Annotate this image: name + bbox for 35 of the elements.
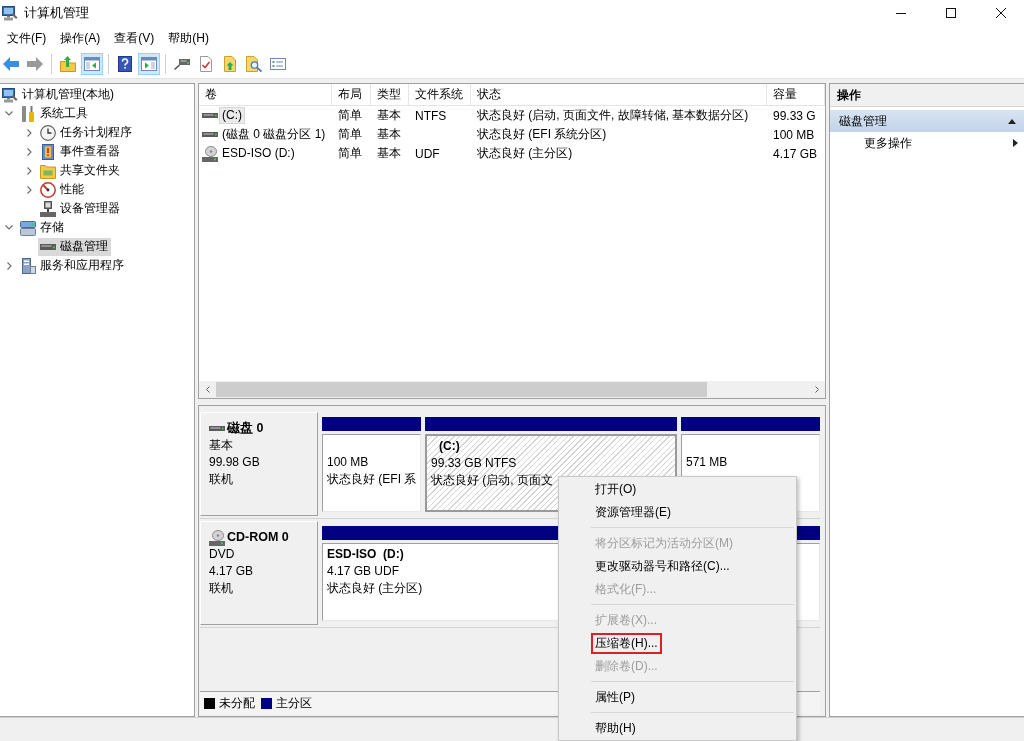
partition-status: 状态良好 (启动, 页面文 <box>431 472 553 489</box>
partition-size: 100 MB <box>327 454 369 471</box>
table-cell: 简单 <box>338 126 362 143</box>
disk-name: CD-ROM 0 <box>227 529 289 546</box>
legend-label: 主分区 <box>276 694 312 712</box>
table-cell: 基本 <box>377 145 401 162</box>
table-cell: 4.17 GB <box>773 146 818 161</box>
table-cell: 简单 <box>338 145 362 162</box>
disk-size: 4.17 GB <box>209 563 254 580</box>
actions-header: 操作 <box>830 84 1024 107</box>
window-title: 计算机管理 <box>24 4 90 22</box>
table-cell: 状态良好 (启动, 页面文件, 故障转储, 基本数据分区) <box>477 107 749 124</box>
partition-size: 571 MB <box>686 454 728 471</box>
table-cell: 状态良好 (EFI 系统分区) <box>477 126 607 143</box>
table-cell: 100 MB <box>773 127 815 142</box>
table-cell: 99.33 G <box>773 108 816 123</box>
table-cell: NTFS <box>415 108 447 123</box>
disk-type: 基本 <box>209 437 233 454</box>
table-cell: UDF <box>415 146 440 161</box>
disk-status: 联机 <box>209 580 233 597</box>
partition-status: 状态良好 (EFI 系 <box>327 471 417 488</box>
table-cell: 基本 <box>377 126 401 143</box>
partition-size: 99.33 GB NTFS <box>431 455 517 472</box>
partition-size: 4.17 GB UDF <box>327 563 400 580</box>
disk-size: 99.98 GB <box>209 454 260 471</box>
partition-name: ESD-ISO (D:) <box>327 546 404 563</box>
disk-name: 磁盘 0 <box>227 420 264 437</box>
table-cell: 基本 <box>377 107 401 124</box>
disk-type: DVD <box>209 546 235 563</box>
disk-status: 联机 <box>209 471 233 488</box>
table-cell: 简单 <box>338 107 362 124</box>
partition-name: (C:) <box>438 438 460 455</box>
table-cell: 状态良好 (主分区) <box>477 145 573 162</box>
legend-label: 未分配 <box>219 694 255 712</box>
partition-status: 状态良好 (主分区) <box>327 580 423 597</box>
